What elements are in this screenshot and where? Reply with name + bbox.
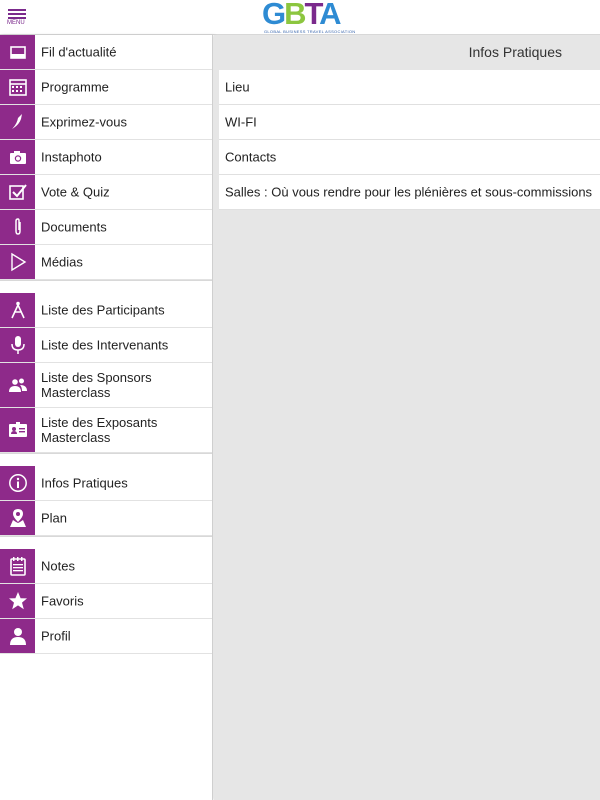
id-card-icon (0, 408, 35, 452)
info-item-contacts[interactable]: Contacts (219, 140, 600, 175)
people-icon (0, 363, 35, 407)
microphone-icon (0, 328, 35, 362)
info-item-label: Salles : Où vous rendre pour les plénièr… (225, 184, 593, 200)
group-divider (0, 280, 212, 293)
hamburger-icon-line (8, 13, 26, 15)
sidebar-item-sponsors[interactable]: Liste des Sponsors Masterclass (0, 363, 212, 408)
sidebar-item-label: Favoris (41, 593, 84, 609)
sidebar-item-label: Fil d'actualité (41, 44, 117, 60)
menu-label: MENU (7, 20, 25, 26)
sidebar-item-label: Liste des Intervenants (41, 337, 169, 353)
sidebar-item-instaphoto[interactable]: Instaphoto (0, 140, 212, 175)
sidebar-item-label: Médias (41, 254, 83, 270)
sidebar-item-vote-quiz[interactable]: Vote & Quiz (0, 175, 212, 210)
news-icon (0, 35, 35, 69)
sidebar-item-participants[interactable]: Liste des Participants (0, 293, 212, 328)
sidebar-item-medias[interactable]: Médias (0, 245, 212, 280)
sidebar-item-exposants[interactable]: Liste des Exposants Masterclass (0, 408, 212, 453)
sidebar-item-documents[interactable]: Documents (0, 210, 212, 245)
info-item-lieu[interactable]: Lieu (219, 70, 600, 105)
sidebar-group-info: Infos Pratiques Plan (0, 466, 212, 536)
user-icon (0, 619, 35, 653)
info-item-wifi[interactable]: WI-FI (219, 105, 600, 140)
megaphone-icon (0, 105, 35, 139)
info-list: Lieu WI-FI Contacts Salles : Où vous ren… (219, 70, 600, 210)
sidebar-item-label: Liste des Exposants Masterclass (41, 415, 158, 445)
play-icon (0, 245, 35, 279)
sidebar-item-label: Exprimez-vous (41, 114, 127, 130)
group-divider (0, 536, 212, 549)
sidebar-item-label: Profil (41, 628, 71, 644)
compass-icon (0, 293, 35, 327)
gbta-logo: GBTA GLOBAL BUSINESS TRAVEL ASSOCIATION (262, 0, 356, 34)
checkbox-icon (0, 175, 35, 209)
sidebar-item-notes[interactable]: Notes (0, 549, 212, 584)
star-icon (0, 584, 35, 618)
sidebar-item-profil[interactable]: Profil (0, 619, 212, 654)
sidebar-item-plan[interactable]: Plan (0, 501, 212, 536)
info-item-label: WI-FI (225, 114, 257, 130)
sidebar-menu: Fil d'actualité Programme Exprimez-vous … (0, 35, 213, 800)
info-icon (0, 466, 35, 500)
sidebar-item-label: Notes (41, 558, 75, 574)
sidebar-group-lists: Liste des Participants Liste des Interve… (0, 293, 212, 453)
sidebar-group-personal: Notes Favoris Profil (0, 549, 212, 654)
info-item-salles[interactable]: Salles : Où vous rendre pour les plénièr… (219, 175, 600, 210)
camera-icon (0, 140, 35, 174)
calendar-icon (0, 70, 35, 104)
sidebar-item-label: Infos Pratiques (41, 475, 128, 491)
sidebar-item-favoris[interactable]: Favoris (0, 584, 212, 619)
sidebar-item-label: Plan (41, 510, 68, 526)
notepad-icon (0, 549, 35, 583)
sidebar-item-label: Documents (41, 219, 107, 235)
sidebar-item-exprimez-vous[interactable]: Exprimez-vous (0, 105, 212, 140)
sidebar-item-label: Liste des Sponsors Masterclass (41, 370, 152, 400)
menu-button[interactable]: MENU (6, 6, 30, 30)
page-title: Infos Pratiques (468, 44, 562, 60)
main-panel: Infos Pratiques Lieu WI-FI Contacts Sall… (214, 35, 600, 800)
hamburger-icon (8, 9, 26, 11)
sidebar-item-label: Instaphoto (41, 149, 102, 165)
sidebar-item-fil-actualite[interactable]: Fil d'actualité (0, 35, 212, 70)
sidebar-item-programme[interactable]: Programme (0, 70, 212, 105)
top-bar: MENU GBTA GLOBAL BUSINESS TRAVEL ASSOCIA… (0, 0, 600, 35)
group-divider (0, 453, 212, 466)
paperclip-icon (0, 210, 35, 244)
sidebar-item-label: Vote & Quiz (41, 184, 110, 200)
map-pin-icon (0, 501, 35, 535)
sidebar-group-main: Fil d'actualité Programme Exprimez-vous … (0, 35, 212, 280)
sidebar-item-label: Liste des Participants (41, 302, 165, 318)
info-item-label: Contacts (225, 149, 277, 165)
info-item-label: Lieu (225, 79, 250, 95)
sidebar-item-label: Programme (41, 79, 109, 95)
sidebar-item-intervenants[interactable]: Liste des Intervenants (0, 328, 212, 363)
hamburger-icon-line (8, 17, 26, 19)
sidebar-item-infos-pratiques[interactable]: Infos Pratiques (0, 466, 212, 501)
